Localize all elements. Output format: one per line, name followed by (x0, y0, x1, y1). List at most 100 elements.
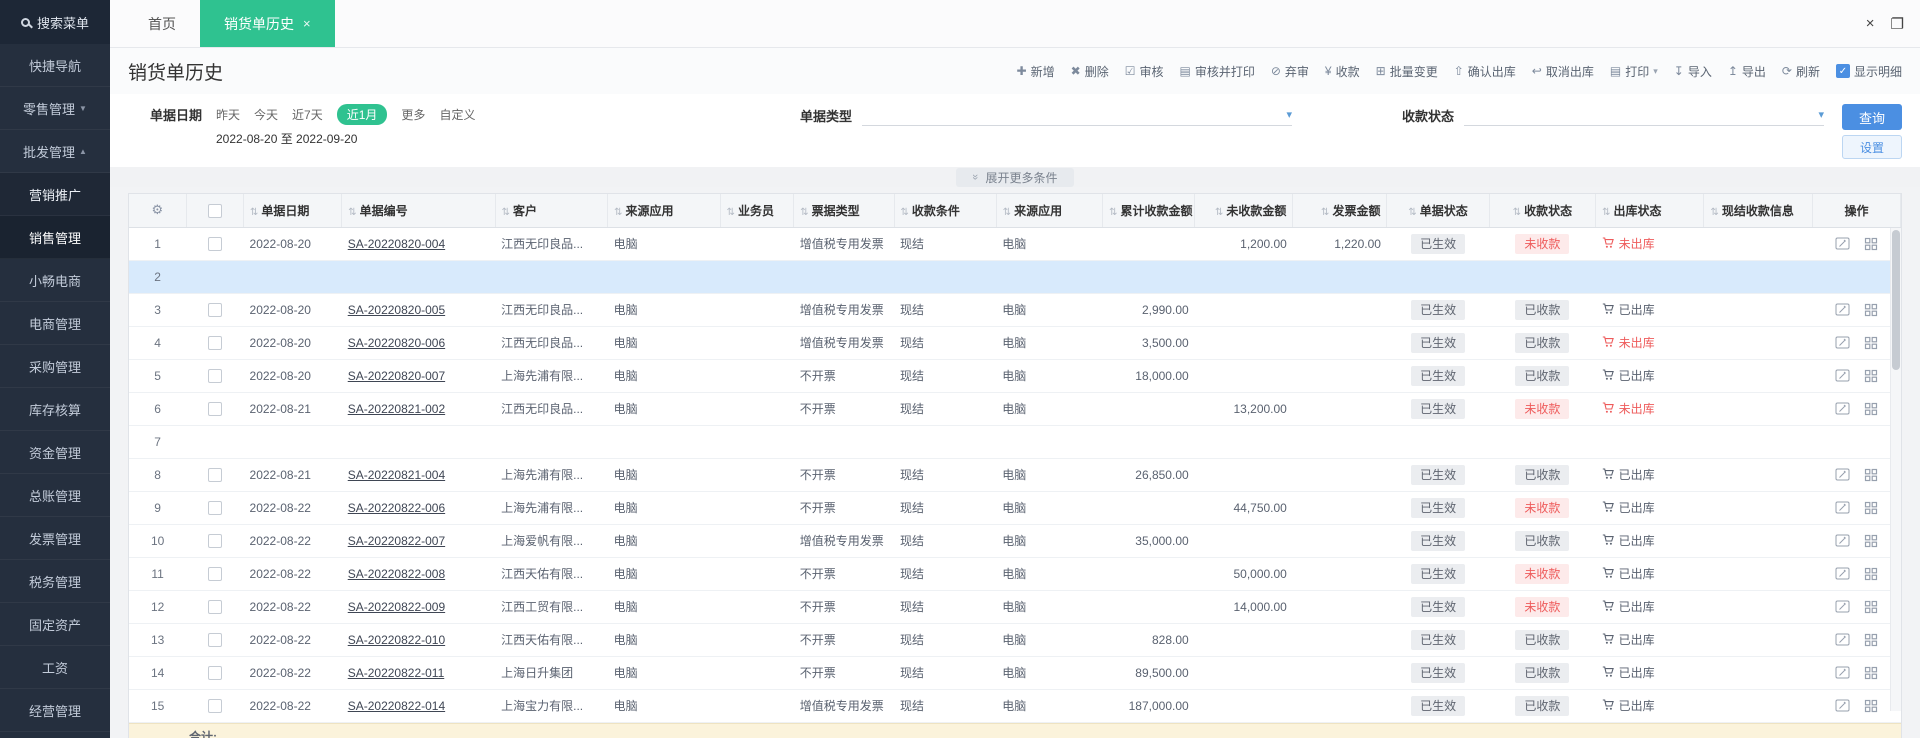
more-actions-icon[interactable] (1864, 567, 1878, 581)
gear-icon[interactable]: ⚙ (152, 202, 164, 217)
toolbar-show-detail[interactable]: ✓ 显示明细 (1835, 63, 1902, 80)
col-header-salesman[interactable]: ⇅ 业务员 (720, 194, 795, 228)
row-checkbox[interactable] (207, 599, 222, 614)
date-quick-option-0[interactable]: 昨天 (216, 106, 240, 123)
toolbar-audit[interactable]: ☑ 审核 (1125, 63, 1164, 80)
toolbar-refresh[interactable]: ⟳ 刷新 (1782, 63, 1820, 80)
table-row-3[interactable]: 3 2022-08-20 SA-20220820-005 江西无印良品... 电脑 增值税… (129, 293, 1901, 327)
sidebar-item-2[interactable]: 批发管理 ▲ (0, 130, 110, 173)
doc-no-link[interactable]: SA-20220820-004 (348, 237, 445, 251)
tab-1[interactable]: 销货单历史 × (200, 0, 335, 47)
doc-no-link[interactable]: SA-20220822-010 (348, 633, 445, 647)
toolbar-confirm-outbound[interactable]: ⇧ 确认出库 (1454, 63, 1516, 80)
more-actions-icon[interactable] (1864, 600, 1878, 614)
table-row-9[interactable]: 9 2022-08-22 SA-20220822-006 上海先浦有限... 电脑 不开票… (129, 491, 1901, 525)
table-row-12[interactable]: 12 2022-08-22 SA-20220822-009 江西工贸有限... 电脑 不开… (129, 590, 1901, 624)
sidebar-search[interactable]: 搜索菜单 (0, 0, 110, 44)
table-row-13[interactable]: 13 2022-08-22 SA-20220822-010 江西天佑有限... 电脑 不开… (129, 623, 1901, 657)
row-checkbox[interactable] (207, 698, 222, 713)
table-row-14[interactable]: 14 2022-08-22 SA-20220822-011 上海日升集团 电脑 不开票 现结… (129, 656, 1901, 690)
date-quick-option-4[interactable]: 更多 (401, 106, 425, 123)
scrollbar-thumb[interactable] (1892, 230, 1900, 370)
sidebar-item-8[interactable]: 库存核算 (0, 388, 110, 431)
edit-doc-icon[interactable] (1835, 665, 1850, 680)
sidebar-item-1[interactable]: 零售管理 ▼ (0, 87, 110, 130)
more-actions-icon[interactable] (1864, 666, 1878, 680)
doc-no-link[interactable]: SA-20220820-005 (348, 303, 445, 317)
col-header-num[interactable]: ⚙ (129, 194, 187, 228)
more-actions-icon[interactable] (1864, 336, 1878, 350)
table-row-4[interactable]: 4 2022-08-20 SA-20220820-006 江西无印良品... 电脑 增值税… (129, 326, 1901, 360)
tab-close-icon[interactable]: × (303, 16, 311, 31)
more-actions-icon[interactable] (1864, 501, 1878, 515)
table-row-6[interactable]: 6 2022-08-21 SA-20220821-002 江西无印良品... 电脑 不开票… (129, 392, 1901, 426)
toolbar-receive-payment[interactable]: ¥ 收款 (1325, 63, 1360, 80)
toolbar-delete[interactable]: ✖ 删除 (1071, 63, 1109, 80)
date-quick-option-5[interactable]: 自定义 (439, 106, 475, 123)
doc-no-link[interactable]: SA-20220821-002 (348, 402, 445, 416)
col-header-source[interactable]: ⇅ 来源应用 (607, 194, 721, 228)
col-header-received[interactable]: ⇅ 累计收款金额 (1102, 194, 1196, 228)
table-row-5[interactable]: 5 2022-08-20 SA-20220820-007 上海先浦有限... 电脑 不开票… (129, 359, 1901, 393)
col-header-source2[interactable]: ⇅ 来源应用 (996, 194, 1104, 228)
edit-doc-icon[interactable] (1835, 467, 1850, 482)
date-quick-option-3[interactable]: 近1月 (336, 104, 388, 125)
vertical-scrollbar[interactable] (1890, 228, 1901, 711)
table-row-11[interactable]: 11 2022-08-22 SA-20220822-008 江西天佑有限... 电脑 不开… (129, 557, 1901, 591)
col-header-cash_info[interactable]: ⇅ 现结收款信息 (1703, 194, 1813, 228)
row-checkbox[interactable] (207, 467, 222, 482)
row-checkbox[interactable] (207, 632, 222, 647)
sidebar-item-12[interactable]: 税务管理 (0, 560, 110, 603)
table-row-8[interactable]: 8 2022-08-21 SA-20220821-004 上海先浦有限... 电脑 不开票… (129, 458, 1901, 492)
toolbar-print[interactable]: ▤ 打印 ▾ (1610, 63, 1658, 80)
doc-no-link[interactable]: SA-20220821-004 (348, 468, 445, 482)
date-range-value[interactable]: 2022-08-20 至 2022-09-20 (216, 130, 650, 147)
sidebar-item-5[interactable]: 小畅电商 (0, 259, 110, 302)
tab-0[interactable]: 首页 (124, 0, 200, 47)
select-all-checkbox[interactable] (207, 203, 222, 218)
row-checkbox[interactable] (207, 302, 222, 317)
row-checkbox[interactable] (207, 236, 222, 251)
row-checkbox[interactable] (207, 566, 222, 581)
row-checkbox[interactable] (207, 335, 222, 350)
expand-more-button[interactable]: » 展开更多条件 (956, 167, 1074, 187)
col-header-doc_status[interactable]: ⇅ 单据状态 (1386, 194, 1490, 228)
settings-button[interactable]: 设置 (1842, 135, 1902, 159)
col-header-no[interactable]: ⇅ 单据编号 (341, 194, 496, 228)
edit-doc-icon[interactable] (1835, 599, 1850, 614)
doc-no-link[interactable]: SA-20220822-009 (348, 600, 445, 614)
more-actions-icon[interactable] (1864, 303, 1878, 317)
fullscreen-icon[interactable]: ❐ (1891, 15, 1904, 33)
sidebar-item-6[interactable]: 电商管理 (0, 302, 110, 345)
toolbar-export[interactable]: ↥ 导出 (1728, 63, 1766, 80)
edit-doc-icon[interactable] (1835, 533, 1850, 548)
table-row-2[interactable]: 2 (129, 260, 1901, 294)
row-checkbox[interactable] (207, 401, 222, 416)
col-header-pay_status[interactable]: ⇅ 收款状态 (1489, 194, 1597, 228)
edit-doc-icon[interactable] (1835, 566, 1850, 581)
row-checkbox[interactable] (207, 500, 222, 515)
col-header-invoice_amount[interactable]: ⇅ 发票金额 (1292, 194, 1388, 228)
sidebar-item-4[interactable]: 销售管理 (0, 216, 110, 259)
more-actions-icon[interactable] (1864, 534, 1878, 548)
sidebar-item-15[interactable]: 经营管理 (0, 689, 110, 732)
query-button[interactable]: 查询 (1842, 104, 1902, 130)
doc-type-select[interactable]: ▾ (862, 104, 1293, 126)
more-actions-icon[interactable] (1864, 699, 1878, 713)
edit-doc-icon[interactable] (1835, 302, 1850, 317)
row-checkbox[interactable] (207, 665, 222, 680)
row-checkbox[interactable] (207, 533, 222, 548)
toolbar-import[interactable]: ↧ 导入 (1674, 63, 1712, 80)
edit-doc-icon[interactable] (1835, 401, 1850, 416)
pay-status-select[interactable]: ▾ (1464, 104, 1825, 126)
col-header-ops[interactable]: 操作 (1812, 194, 1902, 228)
row-checkbox[interactable] (207, 368, 222, 383)
edit-doc-icon[interactable] (1835, 335, 1850, 350)
sidebar-item-13[interactable]: 固定资产 (0, 603, 110, 646)
doc-no-link[interactable]: SA-20220820-006 (348, 336, 445, 350)
toolbar-unaudit[interactable]: ⊘ 弃审 (1271, 63, 1309, 80)
sidebar-item-0[interactable]: 快捷导航 (0, 44, 110, 87)
sidebar-item-11[interactable]: 发票管理 (0, 517, 110, 560)
table-row-15[interactable]: 15 2022-08-22 SA-20220822-014 上海宝力有限... 电脑 增值… (129, 689, 1901, 723)
doc-no-link[interactable]: SA-20220822-006 (348, 501, 445, 515)
